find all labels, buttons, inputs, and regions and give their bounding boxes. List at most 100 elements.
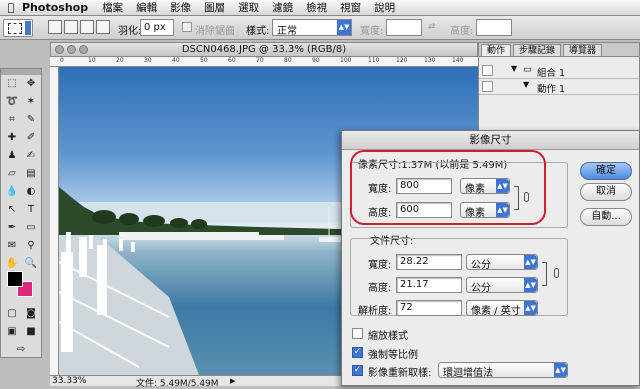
swap-icon[interactable]: ⇄ xyxy=(428,22,436,32)
zoom-level[interactable]: 33.33% xyxy=(52,376,86,386)
ruler-tick-label: 80 xyxy=(284,57,292,64)
add-selection-button[interactable] xyxy=(64,20,78,34)
width-field[interactable] xyxy=(386,19,422,36)
menu-edit[interactable]: 編輯 xyxy=(136,0,157,15)
tool-preset-picker[interactable] xyxy=(3,19,33,37)
menu-layer[interactable]: 圖層 xyxy=(204,0,225,15)
feather-field[interactable]: 0 px xyxy=(140,19,174,36)
expand-triangle-icon[interactable]: ▼ xyxy=(523,80,529,89)
resolution-label: 解析度: xyxy=(358,306,392,317)
blur-tool-icon[interactable]: 💧 xyxy=(3,183,21,200)
antialias-checkbox[interactable] xyxy=(182,22,192,32)
doc-link-bracket xyxy=(542,262,547,286)
resample-checkbox[interactable]: ✓ xyxy=(352,365,363,376)
slice-tool-icon[interactable]: ✎ xyxy=(22,111,40,128)
style-select[interactable]: 正常 ▲▼ xyxy=(272,19,352,37)
eraser-tool-icon[interactable]: ▱ xyxy=(3,165,21,182)
document-info: 文件: 5.49M/5.49M xyxy=(136,379,219,389)
chevron-updown-icon: ▲▼ xyxy=(524,255,537,269)
width-label: 寬度: xyxy=(360,26,384,37)
menu-image[interactable]: 影像 xyxy=(170,0,191,15)
dodge-tool-icon[interactable]: ◐ xyxy=(22,183,40,200)
app-menu[interactable]: Photoshop xyxy=(22,1,88,14)
stamp-tool-icon[interactable]: ♟ xyxy=(3,147,21,164)
quickmask-mode-icon[interactable]: ◙ xyxy=(22,305,40,322)
foreground-color-swatch[interactable] xyxy=(7,271,23,287)
doc-height-unit-select[interactable]: 公分 ▲▼ xyxy=(466,277,538,294)
gradient-tool-icon[interactable]: ▤ xyxy=(22,165,40,182)
zoom-tool-icon[interactable]: 🔍 xyxy=(22,255,40,272)
type-tool-icon[interactable]: T xyxy=(22,201,40,218)
menu-help[interactable]: 說明 xyxy=(374,0,395,15)
doc-height-label: 高度: xyxy=(368,283,392,294)
notes-tool-icon[interactable]: ✉ xyxy=(3,237,21,254)
doc-height-unit: 公分 xyxy=(471,283,491,294)
menu-select[interactable]: 選取 xyxy=(238,0,259,15)
chevron-updown-icon: ▲▼ xyxy=(524,278,537,292)
healing-brush-tool-icon[interactable]: ✚ xyxy=(3,129,21,146)
status-menu-arrow-icon[interactable]: ▶ xyxy=(230,377,235,385)
chevron-updown-icon: ▲▼ xyxy=(337,20,351,35)
constrain-proportions-checkbox[interactable]: ✓ xyxy=(352,347,363,358)
toolbox: ⬚ ✥ ➰ ✶ ⌗ ✎ ✚ ✐ ♟ ✍ ▱ ▤ 💧 ◐ ↖ T ✒ ▭ ✉ ⚲ … xyxy=(0,68,42,358)
toggle-checkbox[interactable] xyxy=(482,65,493,76)
ok-button[interactable]: 確定 xyxy=(580,162,632,180)
intersect-selection-button[interactable] xyxy=(96,20,110,34)
menu-window[interactable]: 視窗 xyxy=(340,0,361,15)
path-select-tool-icon[interactable]: ↖ xyxy=(3,201,21,218)
zoom-window-icon[interactable] xyxy=(79,45,88,54)
action-set-row[interactable]: ▼ ▭ 組合 1 xyxy=(479,63,639,79)
history-brush-tool-icon[interactable]: ✍ xyxy=(22,147,40,164)
ruler-tick-label: 70 xyxy=(256,57,264,64)
lasso-tool-icon[interactable]: ➰ xyxy=(3,93,21,110)
dialog-title: 影像尺寸 xyxy=(342,131,639,150)
eyedropper-tool-icon[interactable]: ⚲ xyxy=(22,237,40,254)
jump-to-imageready-icon[interactable]: ⇨ xyxy=(3,341,39,358)
hand-tool-icon[interactable]: ✋ xyxy=(3,255,21,272)
resample-method-select[interactable]: 環迴增值法 ▲▼ xyxy=(438,362,568,379)
menu-filter[interactable]: 濾鏡 xyxy=(272,0,293,15)
ruler-tick-label: 20 xyxy=(116,57,124,64)
tab-actions[interactable]: 動作 xyxy=(481,44,512,56)
document-titlebar[interactable]: DSCN0468.JPG @ 33.3% (RGB/8) xyxy=(50,42,478,57)
menu-file[interactable]: 檔案 xyxy=(102,0,123,15)
move-tool-icon[interactable]: ✥ xyxy=(22,75,40,92)
vertical-ruler[interactable] xyxy=(50,67,59,375)
tab-history[interactable]: 步驟記錄 xyxy=(513,44,562,56)
fullscreen-mode-icon[interactable]: ■ xyxy=(22,323,40,340)
apple-icon[interactable]:  xyxy=(0,1,22,14)
cancel-button[interactable]: 取消 xyxy=(580,183,632,201)
style-label: 樣式: xyxy=(246,26,270,37)
resolution-unit-select[interactable]: 像素 / 英寸 ▲▼ xyxy=(466,300,538,317)
doc-height-field[interactable]: 21.17 xyxy=(396,277,462,293)
screen-mode-icon[interactable]: ▣ xyxy=(3,323,21,340)
toggle-checkbox[interactable] xyxy=(482,81,493,92)
magic-wand-tool-icon[interactable]: ✶ xyxy=(22,93,40,110)
ruler-tick-label: 10 xyxy=(88,57,96,64)
crop-tool-icon[interactable]: ⌗ xyxy=(3,111,21,128)
scale-styles-checkbox[interactable] xyxy=(352,328,363,339)
horizontal-ruler[interactable]: 0 10 20 30 40 50 60 70 80 90 100 110 120 130 140 xyxy=(50,57,478,67)
auto-button[interactable]: 自動... xyxy=(580,208,632,226)
close-window-icon[interactable] xyxy=(55,45,64,54)
expand-triangle-icon[interactable]: ▼ xyxy=(511,64,517,73)
document-title: DSCN0468.JPG @ 33.3% (RGB/8) xyxy=(181,44,347,55)
subtract-selection-button[interactable] xyxy=(80,20,94,34)
minimize-window-icon[interactable] xyxy=(67,45,76,54)
shape-tool-icon[interactable]: ▭ xyxy=(22,219,40,236)
menu-view[interactable]: 檢視 xyxy=(306,0,327,15)
standard-mode-icon[interactable]: ▢ xyxy=(3,305,21,322)
doc-width-unit-select[interactable]: 公分 ▲▼ xyxy=(466,254,538,271)
height-field[interactable] xyxy=(476,19,512,36)
brush-tool-icon[interactable]: ✐ xyxy=(22,129,40,146)
ruler-tick-label: 140 xyxy=(452,57,464,64)
new-selection-button[interactable] xyxy=(48,20,62,34)
marquee-tool-icon[interactable]: ⬚ xyxy=(3,75,21,92)
chevron-updown-icon: ▲▼ xyxy=(524,301,537,315)
action-row[interactable]: ▼ 動作 1 xyxy=(479,79,639,95)
doc-width-field[interactable]: 28.22 xyxy=(396,254,462,270)
pen-tool-icon[interactable]: ✒ xyxy=(3,219,21,236)
ruler-tick-label: 120 xyxy=(396,57,408,64)
tab-navigator[interactable]: 導覽器 xyxy=(563,44,603,56)
resolution-field[interactable]: 72 xyxy=(396,300,462,316)
